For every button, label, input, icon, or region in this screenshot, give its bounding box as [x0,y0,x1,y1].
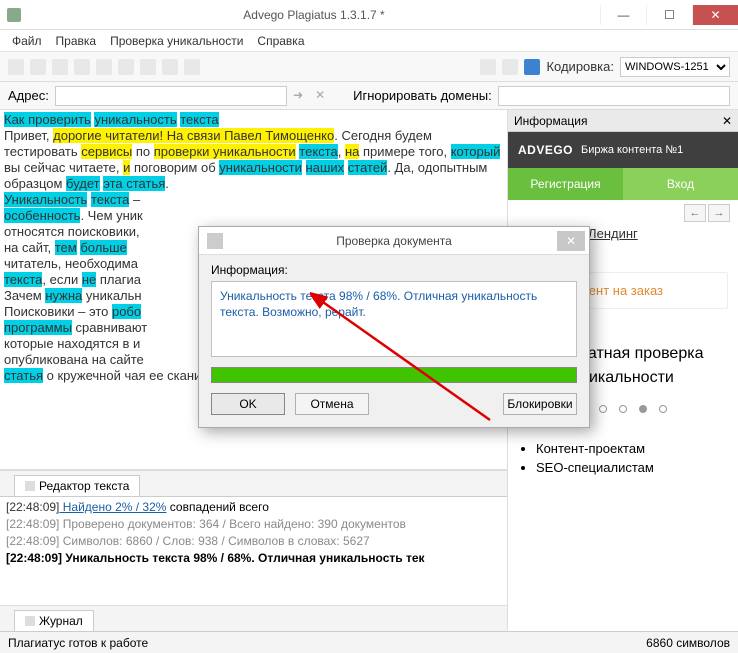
window-titlebar: Advego Plagiatus 1.3.1.7 * — ☐ ✕ [0,0,738,30]
cut-icon[interactable] [96,59,112,75]
brand-logo: ADVEGO [518,143,573,157]
menu-edit[interactable]: Правка [56,34,97,48]
register-button[interactable]: Регистрация [508,168,623,200]
journal-icon [25,616,35,626]
address-input[interactable] [55,86,287,106]
ignore-label: Игнорировать домены: [353,88,492,103]
dialog-title: Проверка документа [336,234,452,248]
dialog-app-icon [207,233,223,249]
dialog-message: Уникальность текста 98% / 68%. Отличная … [211,281,577,357]
app-icon [0,8,28,22]
undo-icon[interactable] [140,59,156,75]
slider-dot[interactable] [619,405,627,413]
menu-file[interactable]: Файл [12,34,42,48]
tab-editor[interactable]: Редактор текста [14,475,140,496]
nav-prev-icon[interactable]: ← [684,204,706,222]
close-button[interactable]: ✕ [692,5,738,25]
toolbar: Кодировка: WINDOWS-1251 [0,52,738,82]
dialog-close-button[interactable]: ✕ [557,231,585,251]
menu-help[interactable]: Справка [257,34,304,48]
side-list: Контент-проектам SEO-специалистам [508,427,738,489]
nav-next-icon[interactable]: → [708,204,730,222]
slider-dot[interactable] [599,405,607,413]
status-bar: Плагиатус готов к работе 6860 символов [0,631,738,653]
status-chars: 6860 символов [646,636,730,650]
check-dialog: Проверка документа ✕ Информация: Уникаль… [198,226,590,428]
login-button[interactable]: Вход [623,168,738,200]
brand-tagline: Биржа контента №1 [581,144,683,156]
paste-icon[interactable] [118,59,134,75]
copy-icon[interactable] [74,59,90,75]
minimize-button[interactable]: — [600,5,646,25]
menu-check[interactable]: Проверка уникальности [110,34,243,48]
encoding-label: Кодировка: [546,59,614,74]
progress-bar [211,367,577,383]
edit-icon [25,481,35,491]
list-item[interactable]: SEO-специалистам [536,460,724,475]
log-panel[interactable]: [22:48:09] Найдено 2% / 32% совпадений в… [0,497,507,605]
list-item[interactable]: Контент-проектам [536,441,724,456]
settings-icon[interactable] [184,59,200,75]
dialog-section-label: Информация: [211,263,577,277]
status-text: Плагиатус готов к работе [8,636,148,650]
window-title: Advego Plagiatus 1.3.1.7 * [28,8,600,22]
new-icon[interactable] [8,59,24,75]
open-icon[interactable] [30,59,46,75]
cancel-button[interactable]: Отмена [295,393,369,415]
help-icon[interactable] [524,59,540,75]
save-icon[interactable] [52,59,68,75]
menubar: Файл Правка Проверка уникальности Справк… [0,30,738,52]
go-icon[interactable]: ➜ [293,88,309,104]
sidebar-close-icon[interactable]: ✕ [722,114,732,128]
maximize-button[interactable]: ☐ [646,5,692,25]
tool-icon-a[interactable] [480,59,496,75]
sidebar-title: Информация [514,114,587,128]
ok-button[interactable]: OK [211,393,285,415]
ignore-input[interactable] [498,86,730,106]
advego-banner: ADVEGO Биржа контента №1 [508,132,738,168]
address-bar: Адрес: ➜ ✕ Игнорировать домены: [0,82,738,110]
redo-icon[interactable] [162,59,178,75]
blocks-button[interactable]: Блокировки [503,393,577,415]
stop-icon[interactable]: ✕ [315,88,331,104]
slider-dot[interactable] [659,405,667,413]
tool-icon-b[interactable] [502,59,518,75]
address-label: Адрес: [8,88,49,103]
encoding-select[interactable]: WINDOWS-1251 [620,57,730,77]
slider-dot[interactable] [639,405,647,413]
tab-journal[interactable]: Журнал [14,610,94,631]
